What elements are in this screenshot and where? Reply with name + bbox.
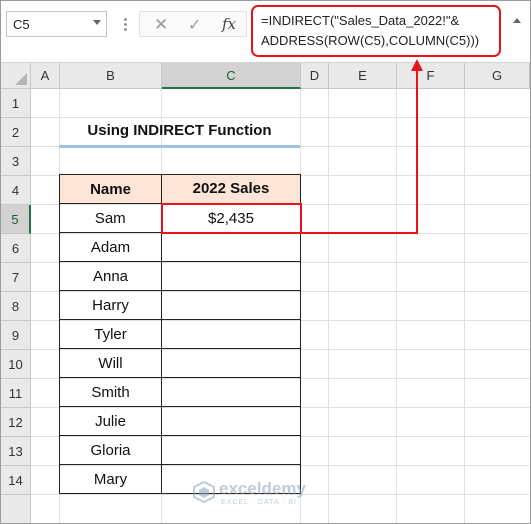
chevron-down-icon[interactable] [93,20,101,25]
watermark-name: exceldemy [219,479,306,498]
name-cell[interactable]: Tyler [59,319,162,349]
row-header-3[interactable]: 3 [1,147,31,176]
name-cell[interactable]: Will [59,348,162,378]
name-cell[interactable]: Julie [59,406,162,436]
table-row: Julie [59,406,301,436]
row-header-2[interactable]: 2 [1,118,31,147]
name-cell[interactable]: Anna [59,261,162,291]
row-header-10[interactable]: 10 [1,350,31,379]
sales-cell[interactable] [161,232,301,262]
grid-line [328,89,329,523]
row-header-14[interactable]: 14 [1,466,31,495]
watermark: exceldemy EXCEL · DATA · BI [193,479,343,509]
table-row: Adam [59,232,301,262]
sales-cell-selected[interactable]: $2,435 [160,202,302,234]
grid-line [464,89,465,523]
select-all-button[interactable] [1,63,31,89]
watermark-tagline: EXCEL · DATA · BI [221,499,297,506]
header-cell-sales[interactable]: 2022 Sales [161,174,301,204]
sales-table: Name 2022 Sales Sam $2,435 Adam Anna Har… [59,174,302,494]
sales-cell[interactable] [161,261,301,291]
row-header-1[interactable]: 1 [1,89,31,118]
sales-cell[interactable] [161,290,301,320]
name-box[interactable]: C5 [6,11,107,37]
excel-window: C5 ✕ ✓ fx =INDIRECT("Sales_Data_2022!"& … [0,0,531,524]
formula-bar-area: C5 ✕ ✓ fx =INDIRECT("Sales_Data_2022!"& … [1,1,530,63]
column-header-b[interactable]: B [60,63,162,89]
table-row: Sam $2,435 [59,202,302,234]
row-header-11[interactable]: 11 [1,379,31,408]
insert-function-icon[interactable]: fx [222,15,236,33]
title-underline [59,145,300,148]
sales-cell[interactable] [161,435,301,465]
table-row: Gloria [59,435,301,465]
row-header-7[interactable]: 7 [1,263,31,292]
exceldemy-logo-icon [193,481,215,503]
name-box-value: C5 [13,17,30,32]
row-header-9[interactable]: 9 [1,321,31,350]
table-row: Will [59,348,301,378]
row-header-12[interactable]: 12 [1,408,31,437]
column-header-f[interactable]: F [397,63,465,89]
drag-handle-icon[interactable] [124,18,127,32]
formula-buttons: ✕ ✓ fx [139,11,247,37]
formula-input[interactable]: =INDIRECT("Sales_Data_2022!"& ADDRESS(RO… [251,5,501,57]
arrow-line [300,69,418,234]
table-row: Smith [59,377,301,407]
row-header-15[interactable] [1,495,31,523]
sales-cell[interactable] [161,348,301,378]
table-row: Tyler [59,319,301,349]
row-header-6[interactable]: 6 [1,234,31,263]
name-cell[interactable]: Sam [59,203,162,233]
grid-line [396,89,397,523]
table-row: Harry [59,290,301,320]
row-header-13[interactable]: 13 [1,437,31,466]
name-cell[interactable]: Harry [59,290,162,320]
sales-cell[interactable] [161,319,301,349]
row-header-8[interactable]: 8 [1,292,31,321]
row-header-4[interactable]: 4 [1,176,31,205]
column-header-c[interactable]: C [162,63,301,89]
name-cell[interactable]: Adam [59,232,162,262]
sales-cell[interactable] [161,377,301,407]
formula-line-1: =INDIRECT("Sales_Data_2022!"& [261,13,460,28]
column-header-a[interactable]: A [31,63,60,89]
expand-formula-bar-icon[interactable] [513,18,521,23]
sheet-title: Using INDIRECT Function [87,122,272,139]
name-cell[interactable]: Smith [59,377,162,407]
header-cell-name[interactable]: Name [59,174,162,204]
name-cell[interactable]: Gloria [59,435,162,465]
name-cell[interactable]: Mary [59,464,162,494]
column-header-e[interactable]: E [329,63,397,89]
row-header-5[interactable]: 5 [1,205,31,234]
cancel-icon[interactable]: ✕ [154,15,168,35]
column-header-g[interactable]: G [465,63,530,89]
column-header-d[interactable]: D [301,63,329,89]
enter-icon[interactable]: ✓ [188,15,201,35]
table-header-row: Name 2022 Sales [59,174,301,204]
table-row: Anna [59,261,301,291]
sales-cell[interactable] [161,406,301,436]
formula-line-2: ADDRESS(ROW(C5),COLUMN(C5))) [261,33,480,48]
